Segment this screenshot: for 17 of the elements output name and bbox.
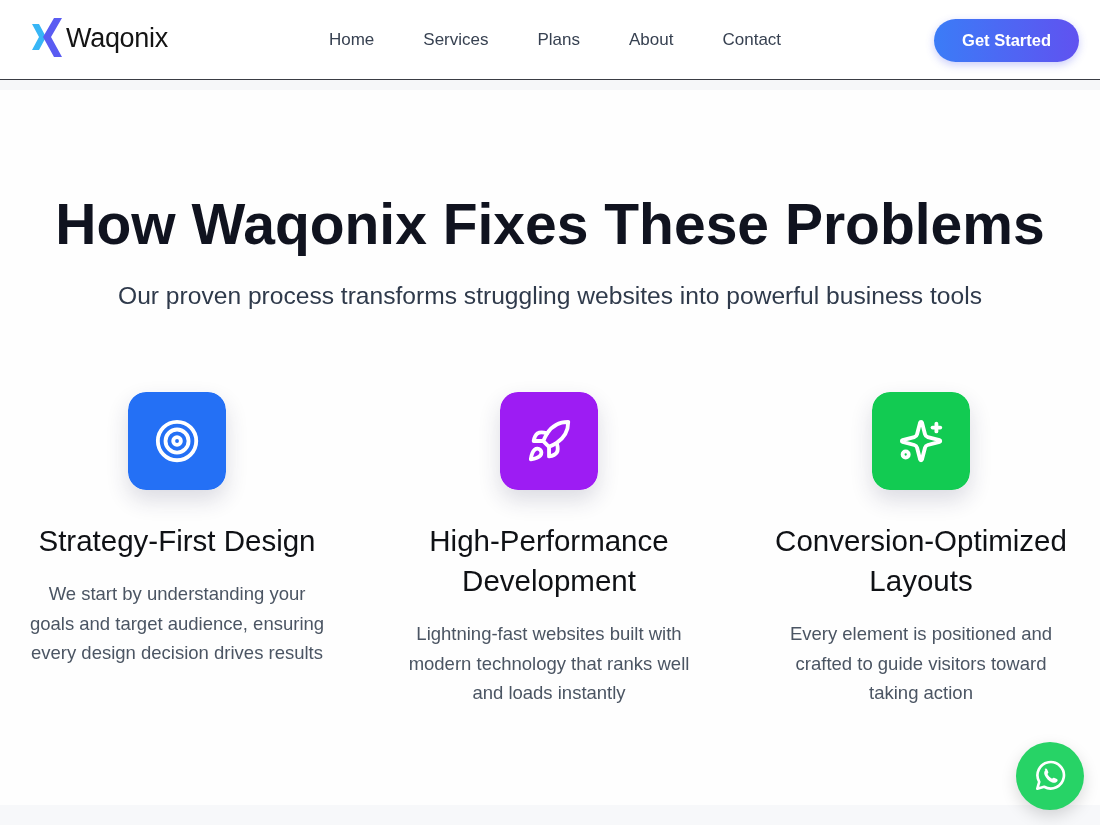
nav-link[interactable]: Contact <box>722 29 782 50</box>
get-started-button[interactable]: Get Started <box>934 18 1079 62</box>
nav-link[interactable]: Home <box>328 29 375 50</box>
feature-title: Conversion-Optimized Layouts <box>774 523 1068 599</box>
feature-title: High-Performance Development <box>428 523 670 599</box>
feature-description: We start by understanding your goals and target audience, ensuring every design decision drives results <box>28 582 326 665</box>
nav-link[interactable]: Plans <box>537 29 581 50</box>
phone-bubble-icon <box>1033 759 1067 793</box>
feature-description: Lightning-fast websites built with modern technology that ranks well and loads instantly <box>407 622 691 705</box>
nav-link[interactable]: About <box>629 29 674 50</box>
feature-description: Every element is positioned and crafted to guide visitors toward taking action <box>788 622 1054 705</box>
section-heading: How Waqonix Fixes These Problems <box>54 191 1046 258</box>
logo-mark-icon[interactable] <box>32 18 62 58</box>
nav-link[interactable]: Services <box>423 29 489 50</box>
logo-text[interactable]: Waqonix <box>66 22 168 54</box>
feature-title: Strategy-First Design <box>38 523 316 559</box>
section-subtitle: Our proven process transforms struggling websites into powerful business tools <box>117 281 983 311</box>
